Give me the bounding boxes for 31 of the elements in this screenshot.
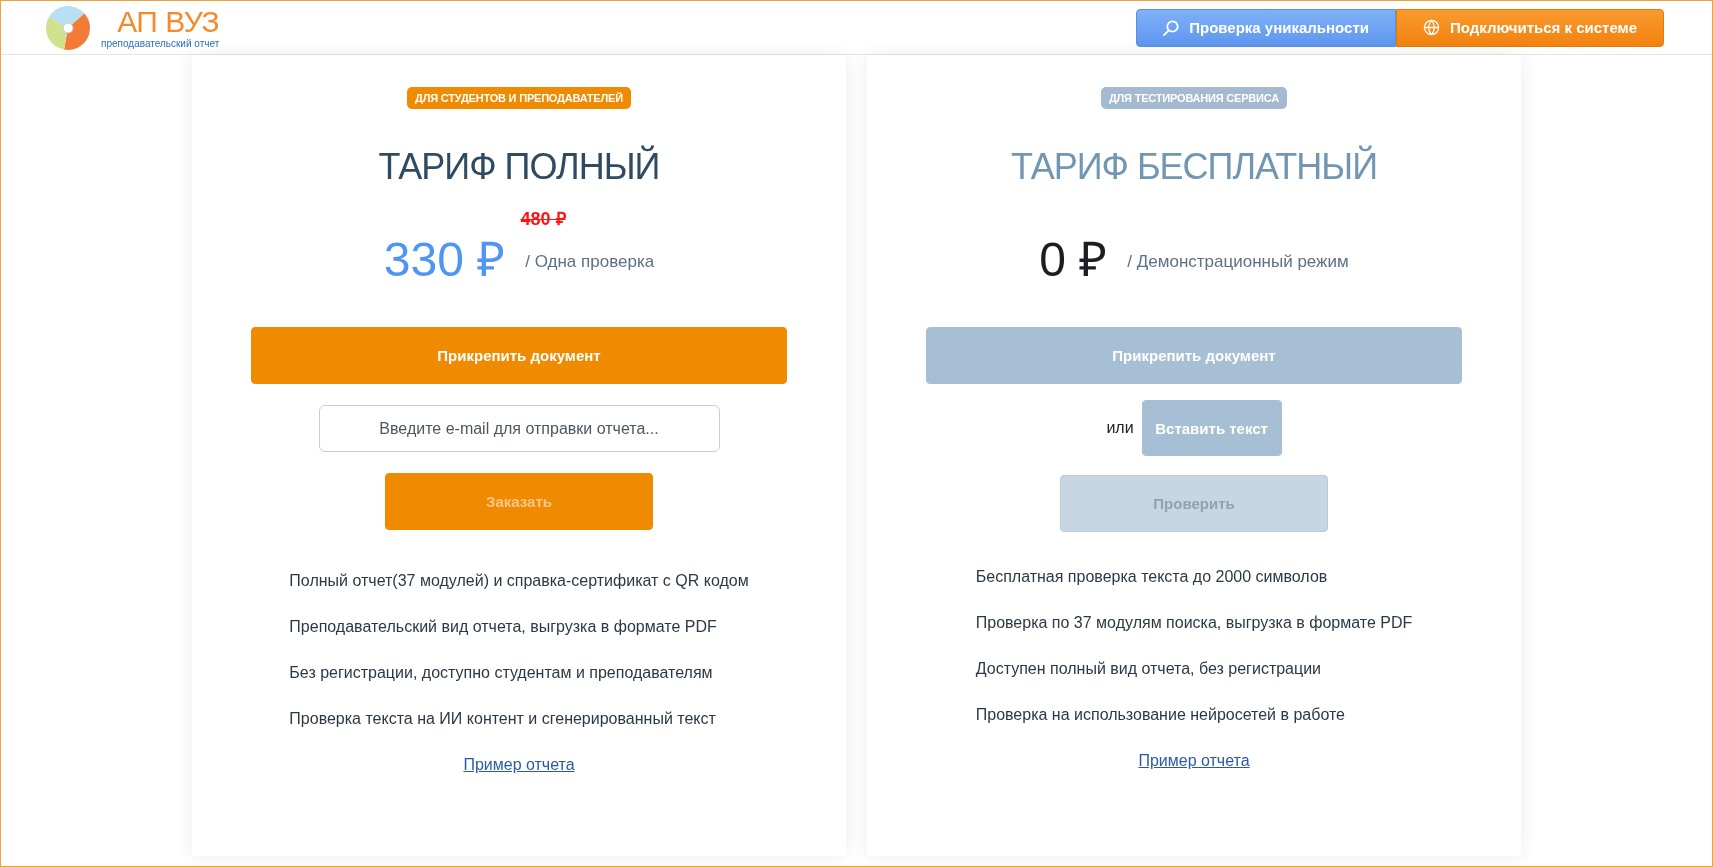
plan-title: ТАРИФ БЕСПЛАТНЫЙ (1010, 146, 1378, 188)
price-note: / Демонстрационный режим (1127, 252, 1349, 272)
search-icon (1163, 19, 1180, 36)
feature-text: Преподавательский вид отчета, выгрузка в формате PDF (289, 617, 718, 637)
feature-text: Проверка на использование нейросетей в работе (975, 705, 1346, 725)
feature-text: Бесплатная проверка текста до 2000 символов (975, 567, 1329, 587)
paste-text-button[interactable]: Вставить текст (1141, 400, 1282, 456)
uniqueness-check-button[interactable]: Проверка уникальности (1136, 8, 1396, 47)
feature-text: Проверка по 37 модулям поиска, выгрузка в формате PDF (975, 613, 1413, 633)
old-price: 480 ₽ (520, 209, 566, 229)
feature-text: Проверка текста на ИИ контент и сгенерированный текст (289, 709, 717, 729)
logo-icon (45, 4, 91, 51)
price: 330 ₽ (383, 236, 506, 284)
plan-badge: ДЛЯ ТЕСТИРОВАНИЯ СЕРВИСА (1100, 87, 1288, 109)
price-note: / Одна проверка (525, 252, 655, 272)
price: 0 ₽ (1039, 236, 1108, 284)
logo-title: АП ВУЗ (117, 5, 220, 38)
globe-icon (1423, 19, 1440, 36)
plan-title: ТАРИФ ПОЛНЫЙ (378, 146, 660, 188)
or-label: или (1106, 419, 1134, 437)
feature-text: Без регистрации, доступно студентам и преподавателям (289, 663, 714, 683)
attach-document-button[interactable]: Прикрепить документ (926, 327, 1462, 384)
feature-text: Полный отчет(37 модулей) и справка-сертификат с QR кодом (289, 571, 749, 591)
sample-report-link[interactable]: Пример отчета (463, 754, 575, 776)
sample-report-link[interactable]: Пример отчета (1138, 750, 1250, 772)
attach-document-button[interactable]: Прикрепить документ (251, 327, 787, 384)
connect-button[interactable]: Подключиться к системе (1396, 8, 1664, 47)
logo-subtitle: преподавательский отчет (101, 37, 220, 50)
feature-text: Доступен полный вид отчета, без регистрации (975, 659, 1323, 679)
plan-badge: ДЛЯ СТУДЕНТОВ И ПРЕПОДАВАТЕЛЕЙ (407, 87, 631, 109)
email-field[interactable]: Введите e-mail для отправки отчета... (318, 405, 720, 452)
